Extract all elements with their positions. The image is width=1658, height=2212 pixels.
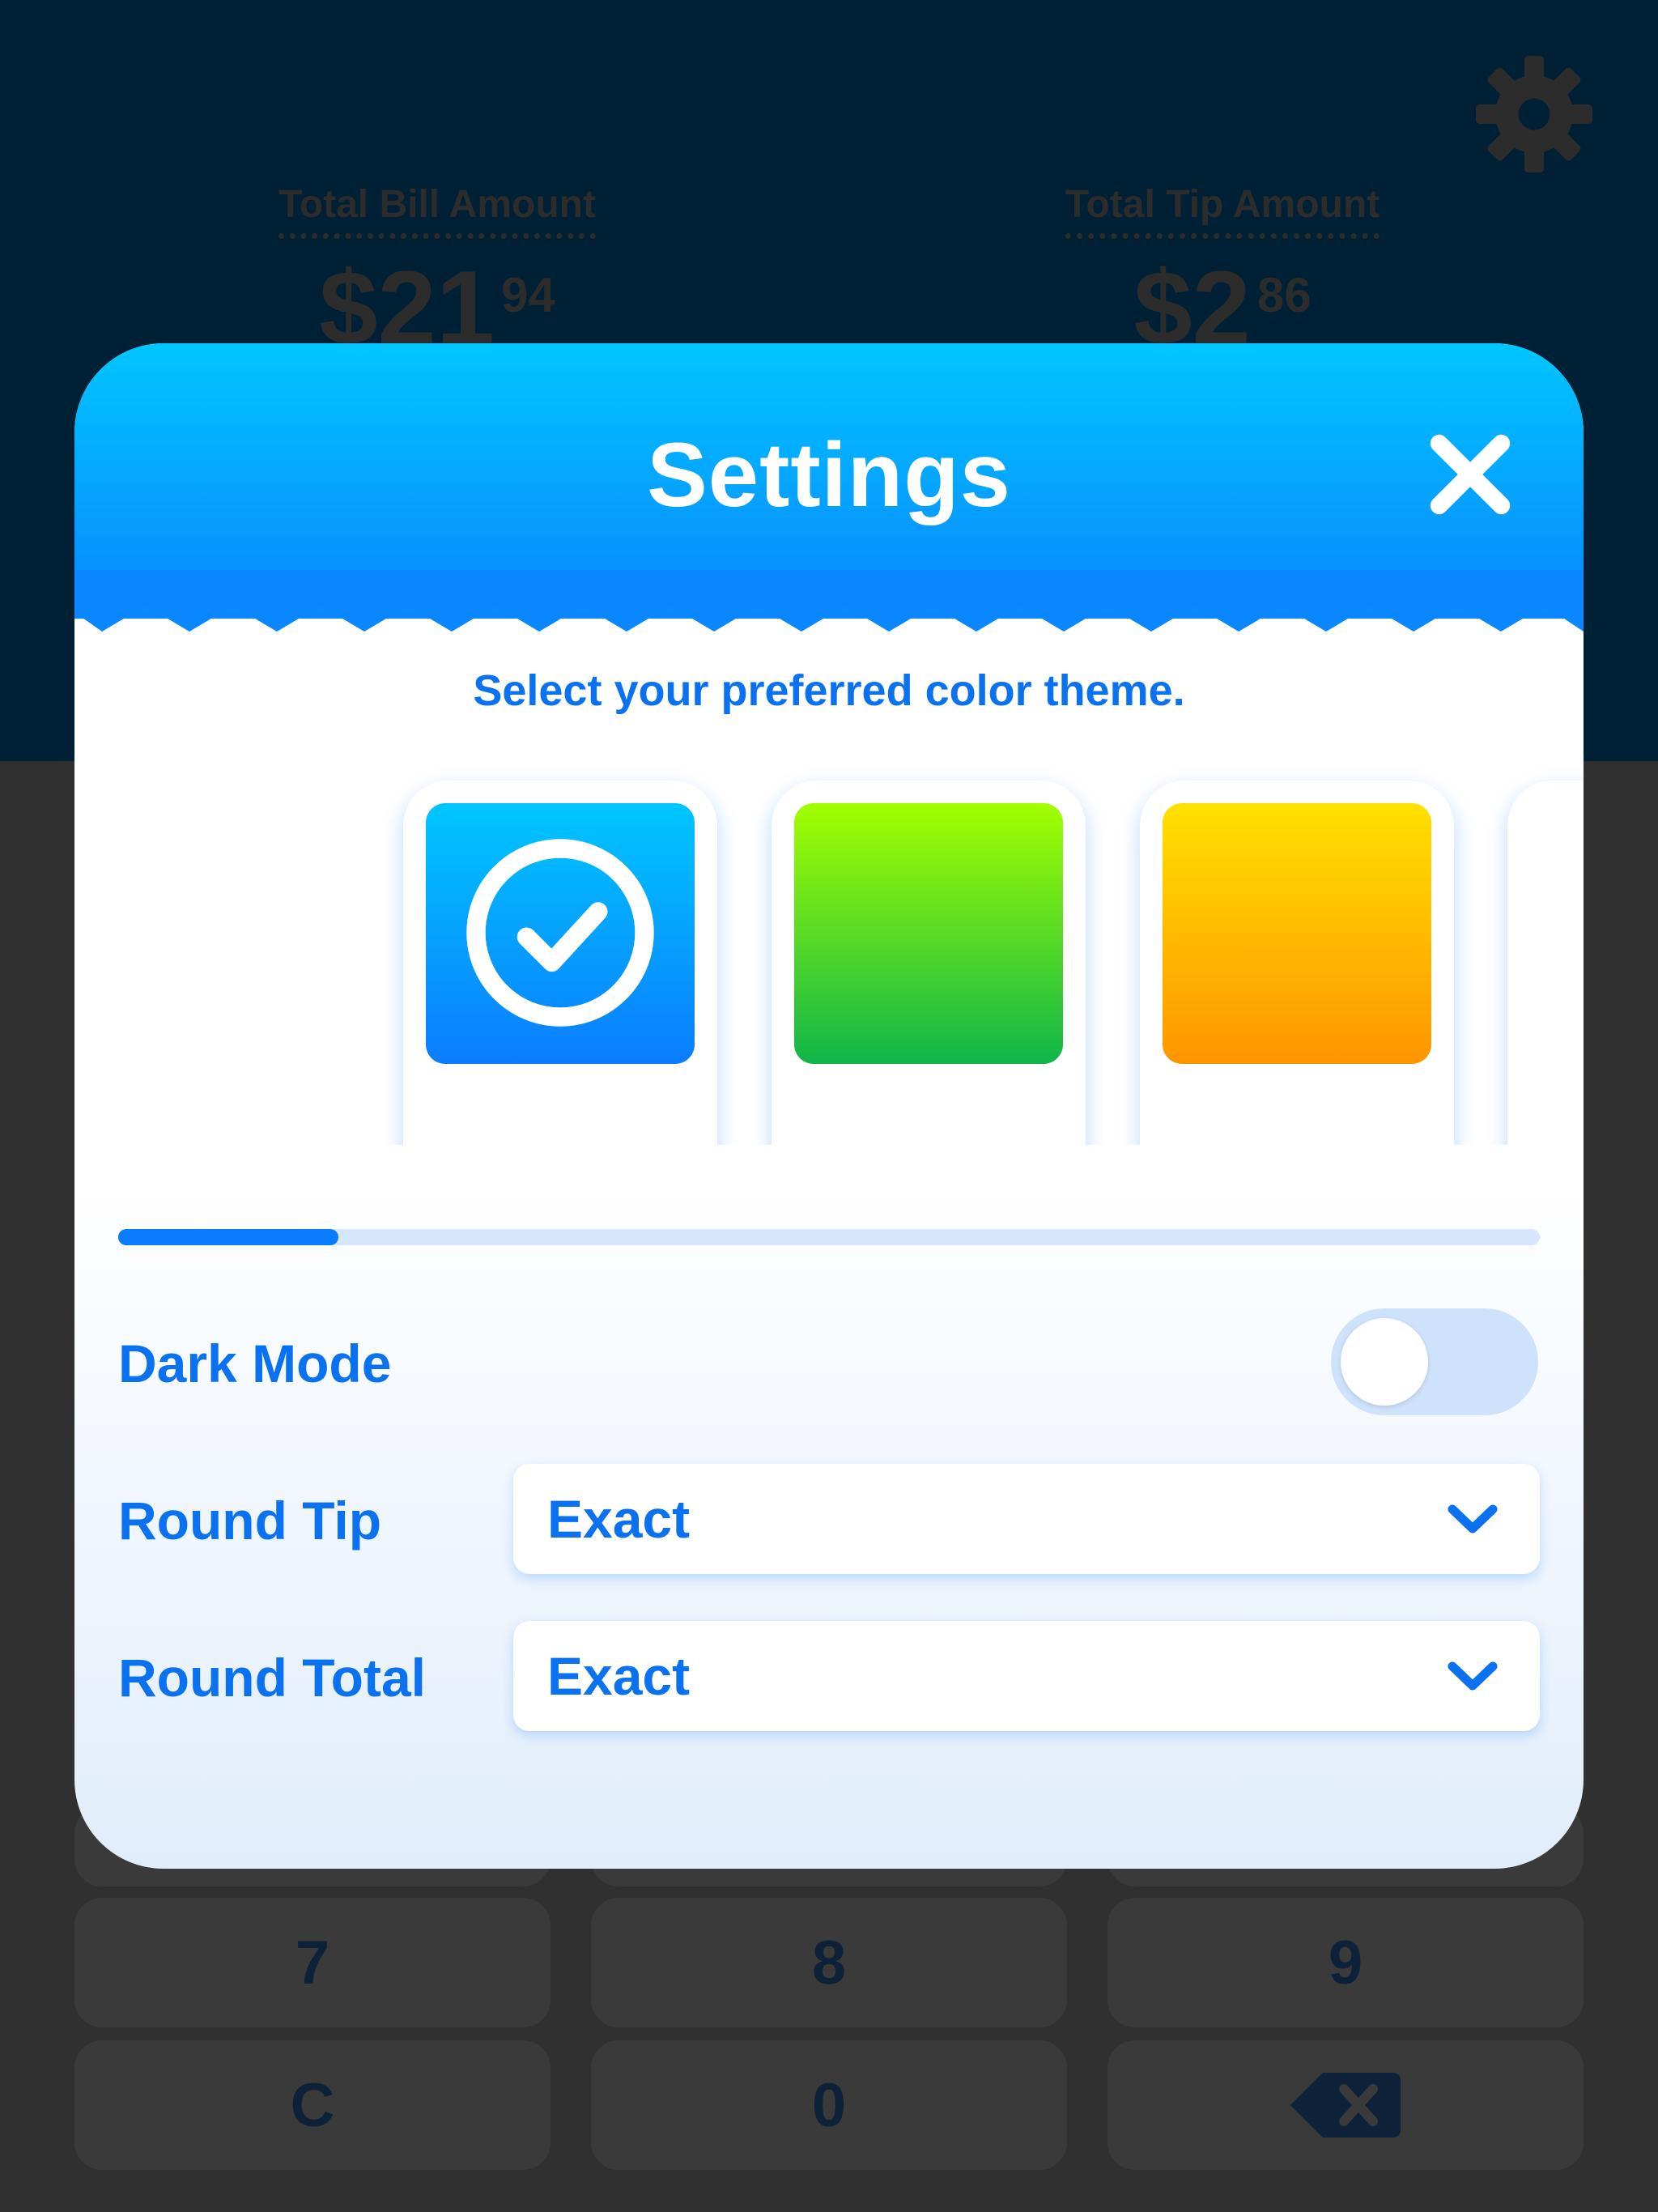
theme-option-orange[interactable] [1140, 781, 1454, 1145]
theme-swatch-orange [1163, 803, 1431, 1064]
theme-swatch-green [794, 803, 1063, 1064]
keypad-key-0[interactable]: 0 [591, 2040, 1067, 2170]
total-tip-cents: 86 [1256, 268, 1312, 322]
round-total-select[interactable]: Exact [513, 1621, 1540, 1731]
total-bill-summary: Total Bill Amount $21 94 [227, 182, 648, 360]
chevron-down-icon [1448, 1661, 1498, 1691]
total-tip-summary: Total Tip Amount $2 86 [1012, 182, 1433, 360]
check-circle-icon [466, 839, 654, 1027]
theme-swatch-blue [426, 803, 695, 1064]
round-total-label: Round Total [118, 1648, 427, 1708]
total-bill-cents: 94 [501, 268, 555, 322]
modal-title: Settings [647, 424, 1011, 525]
total-tip-label: Total Tip Amount [1065, 182, 1380, 239]
chevron-down-icon [1448, 1504, 1498, 1534]
close-icon[interactable] [1422, 426, 1519, 523]
gear-icon[interactable] [1473, 53, 1595, 175]
toggle-knob [1341, 1318, 1428, 1406]
keypad-key-9[interactable]: 9 [1107, 1898, 1584, 2027]
round-tip-label: Round Tip [118, 1491, 382, 1551]
dark-mode-toggle[interactable] [1331, 1308, 1538, 1415]
theme-prompt: Select your preferred color theme. [473, 666, 1185, 715]
round-total-value: Exact [547, 1646, 691, 1706]
theme-option-next[interactable] [1507, 781, 1584, 1145]
theme-option-green[interactable] [772, 781, 1086, 1145]
total-bill-label: Total Bill Amount [278, 182, 596, 239]
dark-mode-label: Dark Mode [118, 1334, 392, 1393]
keypad-key-7[interactable]: 7 [74, 1898, 551, 2027]
round-tip-value: Exact [547, 1489, 691, 1549]
keypad-key-8[interactable]: 8 [591, 1898, 1067, 2027]
backspace-icon [1290, 2073, 1401, 2138]
round-tip-select[interactable]: Exact [513, 1464, 1540, 1574]
keypad-key-clear[interactable]: C [74, 2040, 551, 2170]
settings-modal: Settings Select your preferred color the… [74, 343, 1584, 1869]
keypad-key-backspace[interactable] [1107, 2040, 1584, 2170]
header-zigzag-edge [74, 570, 1584, 632]
theme-scrollbar[interactable] [118, 1229, 1540, 1245]
theme-scrollbar-thumb[interactable] [118, 1229, 339, 1245]
theme-carousel[interactable] [74, 756, 1584, 1145]
theme-option-blue[interactable] [403, 781, 717, 1145]
